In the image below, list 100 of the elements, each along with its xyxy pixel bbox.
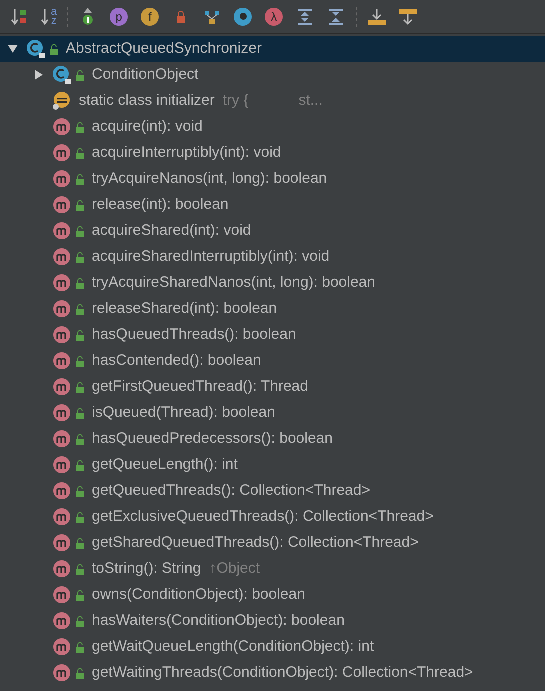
- method-icon: [52, 507, 72, 527]
- item-label: getSharedQueuedThreads(): Collection<Thread>: [92, 532, 419, 553]
- method-icon: [52, 221, 72, 241]
- item-hint: try { st...: [222, 90, 323, 111]
- tree-item[interactable]: hasQueuedPredecessors(): boolean: [0, 426, 545, 452]
- tree-item[interactable]: acquireSharedInterruptibly(int): void: [0, 244, 545, 270]
- down-arrow-icon: [40, 6, 50, 26]
- tree-item[interactable]: release(int): boolean: [0, 192, 545, 218]
- unlocked-icon: [76, 70, 85, 80]
- tree-item[interactable]: releaseShared(int): boolean: [0, 296, 545, 322]
- collapse-arrow-icon[interactable]: [8, 44, 18, 54]
- tree-item[interactable]: getFirstQueuedThread(): Thread: [0, 374, 545, 400]
- unlocked-icon: [76, 512, 85, 522]
- class-icon: [52, 65, 72, 85]
- item-label: toString(): String: [92, 558, 202, 579]
- unlocked-icon: [76, 122, 85, 132]
- filter-button[interactable]: p: [108, 6, 130, 28]
- method-icon: [52, 247, 72, 267]
- unlocked-icon: [76, 434, 85, 444]
- method-icon: [52, 325, 72, 345]
- method-icon: [52, 351, 72, 371]
- unlocked-icon: [76, 278, 85, 288]
- unlocked-icon: [76, 200, 85, 210]
- item-label: ConditionObject: [92, 64, 199, 85]
- filter-button[interactable]: f: [139, 6, 162, 28]
- item-label: tryAcquireSharedNanos(int, long): boolean: [92, 272, 376, 293]
- unlocked-icon: [76, 252, 85, 262]
- method-icon: [52, 533, 72, 553]
- tree-item[interactable]: getQueueLength(): int: [0, 452, 545, 478]
- item-label: hasWaiters(ConditionObject): boolean: [92, 610, 345, 631]
- method-icon: [52, 377, 72, 397]
- item-label: getQueuedThreads(): Collection<Thread>: [92, 480, 370, 501]
- unlocked-icon: [76, 304, 85, 314]
- unlocked-icon: [76, 148, 85, 158]
- method-icon: [52, 299, 72, 319]
- item-label: releaseShared(int): boolean: [92, 298, 278, 319]
- initializer-icon: [52, 91, 72, 111]
- tree-item[interactable]: hasContended(): boolean: [0, 348, 545, 374]
- item-label: static class initializer: [79, 90, 215, 111]
- filter-button[interactable]: λ: [263, 6, 286, 28]
- item-label: release(int): boolean: [92, 194, 229, 215]
- item-label: acquireSharedInterruptibly(int): void: [92, 246, 330, 267]
- inherited-icon: [81, 6, 96, 26]
- unlocked-icon: [76, 590, 85, 600]
- method-icon: [52, 585, 72, 605]
- unlocked-icon: [76, 356, 85, 366]
- method-icon: [52, 663, 72, 683]
- method-icon: [52, 273, 72, 293]
- tree-item[interactable]: hasQueuedThreads(): boolean: [0, 322, 545, 348]
- item-label: acquireInterruptibly(int): void: [92, 142, 282, 163]
- unlocked-icon: [76, 226, 85, 236]
- expand-arrow-icon[interactable]: [34, 70, 44, 80]
- unlocked-icon: [76, 330, 85, 340]
- class-icon: [26, 39, 46, 59]
- unlocked-icon: [50, 44, 59, 54]
- item-label: getQueueLength(): int: [92, 454, 238, 475]
- unlocked-icon: [76, 564, 85, 574]
- method-icon: [52, 143, 72, 163]
- tree-item[interactable]: ConditionObject: [0, 62, 545, 88]
- item-hint: ↑Object: [209, 558, 260, 579]
- item-label: hasQueuedPredecessors(): boolean: [92, 428, 333, 449]
- tree-item[interactable]: getWaitingThreads(ConditionObject): Collection<Thread>: [0, 660, 545, 686]
- unlocked-icon: [76, 408, 85, 418]
- item-label: isQueued(Thread): boolean: [92, 402, 276, 423]
- unlocked-icon: [76, 460, 85, 470]
- tree-item[interactable]: acquireInterruptibly(int): void: [0, 140, 545, 166]
- tree-item[interactable]: getQueuedThreads(): Collection<Thread>: [0, 478, 545, 504]
- tree-item[interactable]: AbstractQueuedSynchronizer: [0, 36, 545, 62]
- item-label: getWaitingThreads(ConditionObject): Collection<Thread>: [92, 662, 474, 683]
- method-icon: [52, 195, 72, 215]
- tree-item[interactable]: getWaitQueueLength(ConditionObject): int: [0, 634, 545, 660]
- item-label: getExclusiveQueuedThreads(): Collection<Thread>: [92, 506, 434, 527]
- tree-item[interactable]: getExclusiveQueuedThreads(): Collection<Thread>: [0, 504, 545, 530]
- method-icon: [52, 559, 72, 579]
- method-icon: [52, 117, 72, 137]
- item-label: getFirstQueuedThread(): Thread: [92, 376, 308, 397]
- tree-item[interactable]: owns(ConditionObject): boolean: [0, 582, 545, 608]
- item-label: acquireShared(int): void: [92, 220, 252, 241]
- item-label: acquire(int): void: [92, 116, 203, 137]
- item-label: hasContended(): boolean: [92, 350, 262, 371]
- tree-item[interactable]: static class initializer try { st...: [0, 88, 545, 114]
- item-label: hasQueuedThreads(): boolean: [92, 324, 296, 345]
- unlocked-icon: [76, 538, 85, 548]
- tree-item[interactable]: acquire(int): void: [0, 114, 545, 140]
- method-icon: [52, 429, 72, 449]
- method-icon: [52, 637, 72, 657]
- item-label: AbstractQueuedSynchronizer: [66, 38, 262, 59]
- tree-item[interactable]: acquireShared(int): void: [0, 218, 545, 244]
- tree-item[interactable]: tryAcquireNanos(int, long): boolean: [0, 166, 545, 192]
- tree-item[interactable]: getSharedQueuedThreads(): Collection<Thread>: [0, 530, 545, 556]
- unlocked-icon: [76, 668, 85, 678]
- tree-item[interactable]: hasWaiters(ConditionObject): boolean: [0, 608, 545, 634]
- sort-alphabetically-button[interactable]: a z: [39, 6, 58, 28]
- item-label: owns(ConditionObject): boolean: [92, 584, 306, 605]
- tree-item[interactable]: isQueued(Thread): boolean: [0, 400, 545, 426]
- tree-item[interactable]: tryAcquireSharedNanos(int, long): boolean: [0, 270, 545, 296]
- unlocked-icon: [76, 642, 85, 652]
- tree-item[interactable]: toString(): String ↑Object: [0, 556, 545, 582]
- method-icon: [52, 481, 72, 501]
- method-icon: [52, 403, 72, 423]
